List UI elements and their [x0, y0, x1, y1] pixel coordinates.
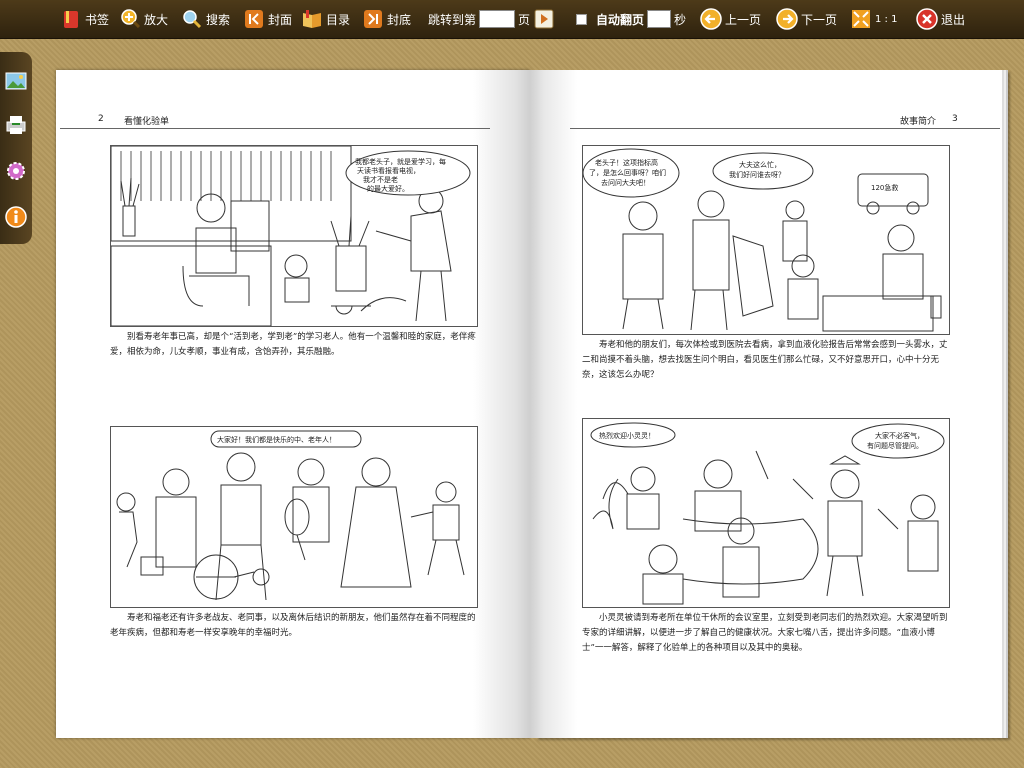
next-page-button[interactable]: 下一页 — [776, 0, 837, 38]
bubble-line: 老头子！这项指标高 — [595, 158, 658, 167]
arrow-left-icon — [700, 8, 722, 30]
bubble-line: 我都老头子，就是爱学习，每 — [355, 157, 446, 166]
caption-paragraph: 寿老和福老还有许多老战友、老同事，以及离休后结识的新朋友，他们虽然存在着不同程度… — [110, 613, 476, 638]
jump-to-page: 跳转到第 页 — [428, 0, 555, 38]
bookmark-icon — [60, 8, 82, 30]
book-icon — [301, 8, 323, 30]
actual-size-button[interactable]: 1 : 1 — [850, 0, 897, 38]
search-icon — [181, 8, 203, 30]
bubble-line: 我们好问谁去呀？ — [729, 170, 785, 179]
page-number-input[interactable] — [479, 10, 516, 28]
close-icon — [916, 8, 938, 30]
info-icon — [5, 206, 27, 228]
header-rule — [60, 128, 490, 129]
comic-panel-friends: 大家好！我们都是快乐的中、老年人！ — [110, 426, 478, 608]
caption-paragraph: 别看寿老年事已高，却是个“活到老，学到老”的学习老人。他有一个温馨和睦的家庭，老… — [110, 332, 476, 357]
printer-icon — [6, 116, 26, 134]
side-toolbar — [0, 52, 32, 244]
comic-panel-hospital: 老头子！这项指标高 了，是怎么回事呀？咱们 去问问大夫吧！ 大夫这么忙， 我们好… — [582, 145, 950, 335]
seconds-input[interactable] — [647, 10, 672, 28]
ambulance-label: 120急救 — [871, 183, 898, 192]
go-button[interactable] — [533, 8, 555, 30]
last-page-icon — [362, 8, 384, 30]
bubble-line: 了，是怎么回事呀？咱们 — [589, 168, 666, 177]
page-number: 3 — [952, 114, 958, 124]
bubble-line: 大家不必客气， — [875, 431, 924, 440]
auto-flip-checkbox[interactable] — [576, 13, 587, 25]
search-button[interactable]: 搜索 — [181, 0, 230, 38]
fit-icon — [850, 8, 872, 30]
comic-panel-meeting: 热烈欢迎小灵灵！ 大家不必客气， 有问题尽管提问。 — [582, 418, 950, 608]
back-cover-button[interactable]: 封底 — [362, 0, 411, 38]
open-book: 2 看懂化验单 我都老头子，就是爱学习，每 天读书看报看电视， 我才不是老 的最… — [56, 70, 1002, 738]
comic-illustration: 老头子！这项指标高 了，是怎么回事呀？咱们 去问问大夫吧！ 大夫这么忙， 我们好… — [583, 148, 942, 332]
toc-button[interactable]: 目录 — [301, 0, 350, 38]
auto-flip: 自动翻页 秒 — [576, 0, 686, 38]
bubble-line: 我才不是老 — [363, 175, 398, 184]
bubble-line: 去问问大夫吧！ — [601, 178, 650, 187]
gear-icon — [7, 162, 25, 180]
settings-button[interactable] — [3, 158, 29, 184]
zoom-in-button[interactable]: 放大 — [119, 0, 168, 38]
first-page-icon — [243, 8, 265, 30]
header-rule — [570, 128, 1000, 129]
bookmark-button[interactable]: 书签 — [60, 0, 109, 38]
comic-illustration: 大家好！我们都是快乐的中、老年人！ — [116, 430, 465, 601]
bubble-line: 大夫这么忙， — [739, 160, 781, 169]
prev-page-button[interactable]: 上一页 — [700, 0, 761, 38]
running-header: 看懂化验单 — [124, 117, 170, 127]
bubble-line: 有问题尽管提问。 — [867, 441, 923, 450]
comic-illustration: 热烈欢迎小灵灵！ 大家不必客气， 有问题尽管提问。 — [590, 422, 945, 605]
zoom-in-icon — [119, 8, 141, 30]
bubble-line: 大家好！我们都是快乐的中、老年人！ — [217, 435, 336, 444]
running-header: 故事简介 — [900, 117, 937, 127]
cover-button[interactable]: 封面 — [243, 0, 292, 38]
left-page[interactable]: 2 看懂化验单 我都老头子，就是爱学习，每 天读书看报看电视， 我才不是老 的最… — [56, 70, 530, 738]
reader-toolbar: 书签 放大 搜索 封面 目录 封底 跳转到第 页 自动翻页 秒 上一页 下一页 … — [0, 0, 1024, 39]
print-button[interactable] — [3, 112, 29, 138]
arrow-right-icon — [776, 8, 798, 30]
thumbnail-button[interactable] — [3, 68, 29, 94]
bubble-line: 热烈欢迎小灵灵！ — [599, 431, 655, 440]
comic-illustration: 我都老头子，就是爱学习，每 天读书看报看电视， 我才不是老 的最大爱好。 — [111, 146, 471, 326]
comic-panel-reading: 我都老头子，就是爱学习，每 天读书看报看电视， 我才不是老 的最大爱好。 — [110, 145, 478, 327]
bubble-line: 的最大爱好。 — [367, 184, 409, 193]
caption-paragraph: 小灵灵被请到寿老所在单位干休所的会议室里，立刻受到老同志们的热烈欢迎。大家渴望听… — [582, 613, 948, 653]
exit-button[interactable]: 退出 — [916, 0, 965, 38]
right-page[interactable]: 故事简介 3 老头子！这项指标高 了，是怎么回事呀？咱们 去问问大夫吧！ 大夫这… — [530, 70, 1002, 738]
info-button[interactable] — [3, 204, 29, 230]
page-number: 2 — [98, 114, 104, 124]
caption-paragraph: 寿老和他的朋友们，每次体检或到医院去看病，拿到血液化验报告后常常会感到一头雾水，… — [582, 340, 948, 380]
bubble-line: 天读书看报看电视， — [357, 166, 420, 175]
picture-icon — [5, 72, 27, 90]
